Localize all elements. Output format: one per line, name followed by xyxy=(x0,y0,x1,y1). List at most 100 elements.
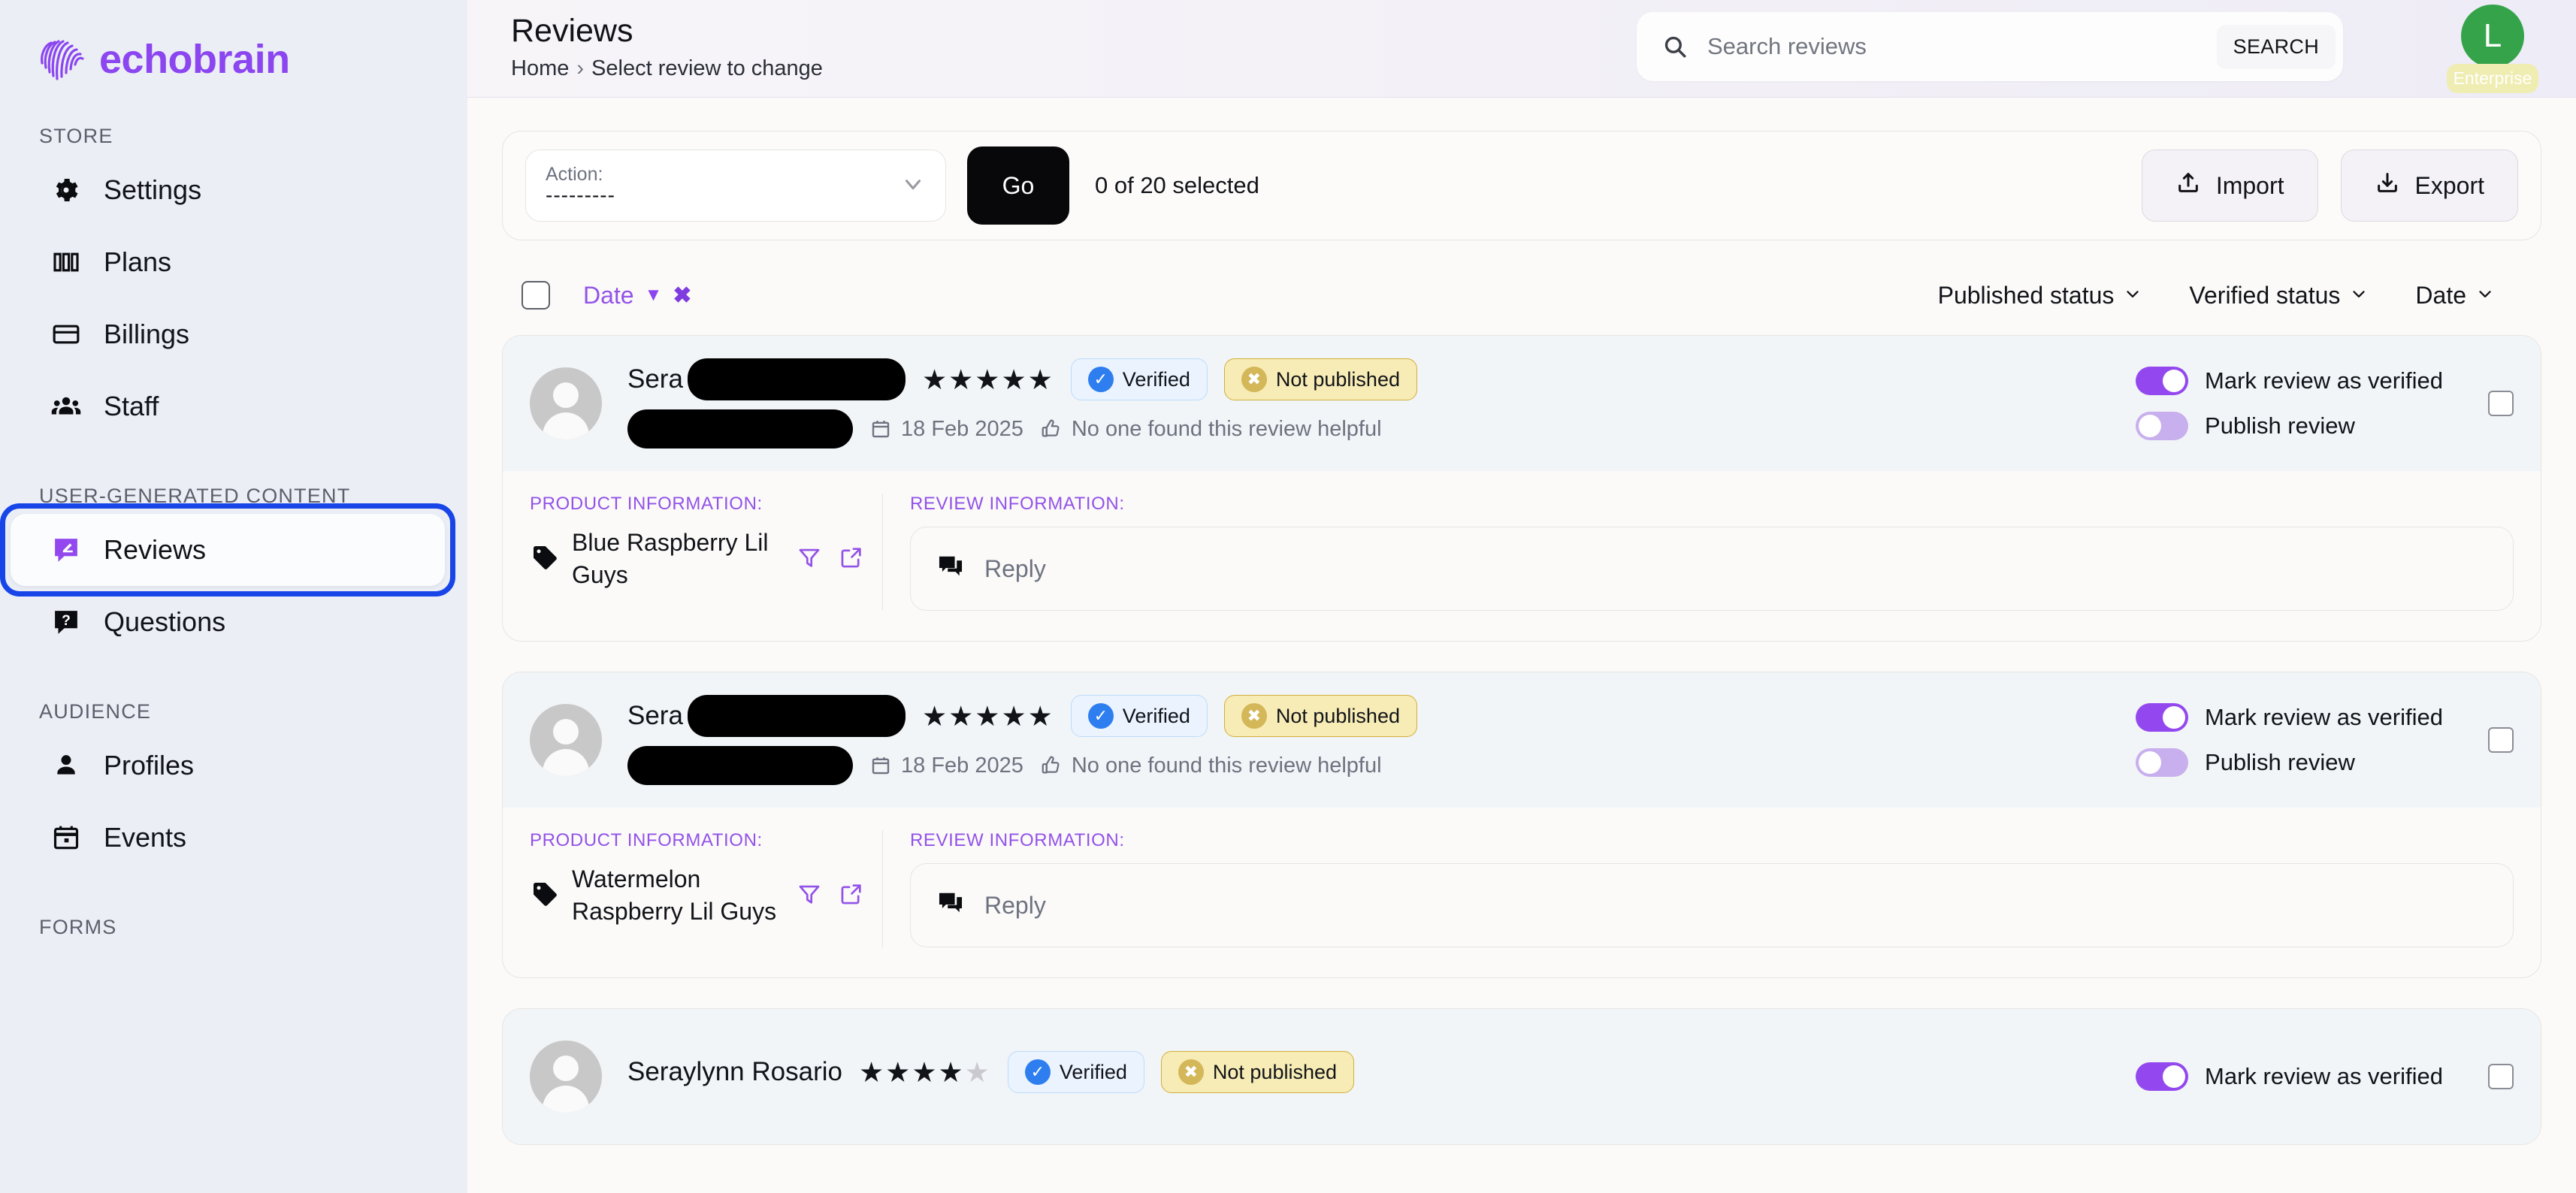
publish-toggle-row: Publish review xyxy=(2136,412,2443,440)
breadcrumb-current: Select review to change xyxy=(591,56,823,81)
sidebar-item-profiles[interactable]: Profiles xyxy=(11,729,445,802)
check-circle-icon: ✓ xyxy=(1087,703,1114,729)
gear-icon xyxy=(50,174,83,207)
filter-by-product-icon[interactable] xyxy=(797,881,822,911)
review-card-controls: Mark review as verified Publish review xyxy=(2136,703,2514,777)
top-bar: Reviews Home › Select review to change SEA… xyxy=(467,0,2576,98)
reply-icon xyxy=(936,889,965,922)
cross-circle-icon: ✖ xyxy=(1241,703,1267,729)
brand-logo[interactable]: echobrain xyxy=(0,0,467,83)
review-card-controls: Mark review as verified Publish review xyxy=(2136,367,2514,440)
reply-icon xyxy=(936,553,965,585)
verify-toggle[interactable] xyxy=(2136,703,2189,732)
reviewer-name: Sera xyxy=(627,701,683,730)
review-card: Seraylynn Rosario ★★★★★ ✓ Verified ✖ Not publ… xyxy=(502,1008,2541,1145)
sort-field-label[interactable]: Date xyxy=(583,282,634,310)
import-label: Import xyxy=(2215,171,2284,199)
helpful-text: No one found this review helpful xyxy=(1071,753,1382,778)
breadcrumb-home[interactable]: Home xyxy=(511,56,569,80)
review-summary: Sera ★★★★★ ✓ Verified ✖ Not published 18 Feb 2… xyxy=(627,358,1417,449)
brain-logo-icon xyxy=(36,36,87,83)
title-block: Reviews Home › Select review to change xyxy=(467,0,823,81)
open-product-link-icon[interactable] xyxy=(839,881,864,911)
sidebar-item-label: Settings xyxy=(104,174,202,205)
sidebar-item-label: Events xyxy=(104,822,187,853)
reply-input[interactable]: Reply xyxy=(910,527,2514,611)
breadcrumb-separator: › xyxy=(576,56,585,81)
status-badge-verified: ✓ Verified xyxy=(1007,1051,1144,1093)
verify-toggle[interactable] xyxy=(2136,367,2189,395)
open-product-link-icon[interactable] xyxy=(839,545,864,574)
plan-badge: Enterprise xyxy=(2447,64,2538,93)
review-bubble-icon xyxy=(50,533,83,566)
sidebar-section-store: STORE xyxy=(39,125,113,147)
review-toggles: Mark review as verified Publish review xyxy=(2136,367,2443,440)
verify-toggle-label: Mark review as verified xyxy=(2205,1063,2443,1089)
search-input[interactable] xyxy=(1691,33,2217,60)
chevron-down-icon xyxy=(2475,282,2495,310)
sidebar-item-settings[interactable]: Settings xyxy=(11,154,445,226)
calendar-icon xyxy=(50,821,83,854)
row-select-checkbox[interactable] xyxy=(2488,391,2514,416)
filter-verified-status[interactable]: Verified status xyxy=(2189,282,2369,310)
verified-status-label: Verified xyxy=(1122,704,1190,727)
publish-toggle[interactable] xyxy=(2136,412,2189,440)
selection-count: 0 of 20 selected xyxy=(1095,172,1259,198)
product-name: Watermelon Raspberry Lil Guys xyxy=(572,865,777,926)
product-information-label: PRODUCT INFORMATION: xyxy=(530,494,763,514)
avatar[interactable]: L xyxy=(2461,5,2524,68)
list-header: Date ▼ ✖ Published status Verified status… xyxy=(502,269,2541,322)
product-information: PRODUCT INFORMATION: Blue Raspberry Lil G… xyxy=(530,494,883,611)
sidebar-item-reviews[interactable]: Reviews xyxy=(11,514,445,586)
review-card-controls: Mark review as verified xyxy=(2136,1062,2514,1091)
sort-descending-icon[interactable]: ▼ xyxy=(645,285,663,306)
review-information-label: REVIEW INFORMATION: xyxy=(910,830,1125,850)
filter-date[interactable]: Date xyxy=(2415,282,2495,310)
review-card-body: PRODUCT INFORMATION: Blue Raspberry Lil G… xyxy=(503,471,2541,641)
filter-by-product-icon[interactable] xyxy=(797,545,822,574)
published-status-label: Not published xyxy=(1212,1060,1338,1083)
status-badge-verified: ✓ Verified xyxy=(1070,695,1208,737)
status-badge-published: ✖ Not published xyxy=(1223,358,1417,400)
sidebar-item-label: Staff xyxy=(104,391,159,421)
sidebar-section-forms: FORMS xyxy=(39,916,117,938)
sidebar-item-label: Reviews xyxy=(104,534,207,565)
user-menu[interactable]: L Enterprise xyxy=(2447,5,2538,98)
publish-toggle[interactable] xyxy=(2136,748,2189,777)
review-date: 18 Feb 2025 xyxy=(869,417,1023,442)
review-card: Sera ★★★★★ ✓ Verified ✖ Not published 18 Feb 2… xyxy=(502,672,2541,978)
verify-toggle[interactable] xyxy=(2136,1062,2189,1091)
cross-circle-icon: ✖ xyxy=(1178,1059,1204,1085)
main-area: Reviews Home › Select review to change SEA… xyxy=(467,0,2576,1193)
download-icon xyxy=(2375,170,2400,201)
sidebar-item-plans[interactable]: Plans xyxy=(11,226,445,298)
review-date-text: 18 Feb 2025 xyxy=(901,753,1023,778)
verified-status-label: Verified xyxy=(1122,367,1190,391)
sidebar-item-staff[interactable]: Staff xyxy=(11,370,445,442)
go-button[interactable]: Go xyxy=(967,146,1069,225)
review-list: Sera ★★★★★ ✓ Verified ✖ Not published 18 Feb 2… xyxy=(502,335,2541,1145)
review-date: 18 Feb 2025 xyxy=(869,754,1023,778)
sidebar-item-questions[interactable]: ? Questions xyxy=(11,586,445,658)
filter-label: Verified status xyxy=(2189,281,2341,309)
row-select-checkbox[interactable] xyxy=(2488,727,2514,753)
redaction-bar xyxy=(687,358,906,400)
sidebar-item-billings[interactable]: Billings xyxy=(11,298,445,370)
search-button[interactable]: SEARCH xyxy=(2216,24,2336,69)
action-select[interactable]: Action: --------- xyxy=(525,150,946,222)
product-name: Blue Raspberry Lil Guys xyxy=(572,529,769,589)
review-information: REVIEW INFORMATION: Reply xyxy=(883,494,2514,611)
select-all-checkbox[interactable] xyxy=(522,281,550,310)
sidebar-item-label: Questions xyxy=(104,606,226,637)
columns-icon xyxy=(50,246,83,279)
status-badge-published: ✖ Not published xyxy=(1223,695,1417,737)
sidebar-item-events[interactable]: Events xyxy=(11,802,445,874)
sidebar: echobrain STORE Settings Plans Billings Staf… xyxy=(0,0,467,1193)
row-select-checkbox[interactable] xyxy=(2488,1064,2514,1089)
remove-sort-icon[interactable]: ✖ xyxy=(673,282,691,309)
filter-published-status[interactable]: Published status xyxy=(1938,282,2143,310)
reply-input[interactable]: Reply xyxy=(910,863,2514,947)
import-button[interactable]: Import xyxy=(2141,150,2318,222)
svg-text:?: ? xyxy=(62,613,71,629)
export-button[interactable]: Export xyxy=(2340,150,2518,222)
